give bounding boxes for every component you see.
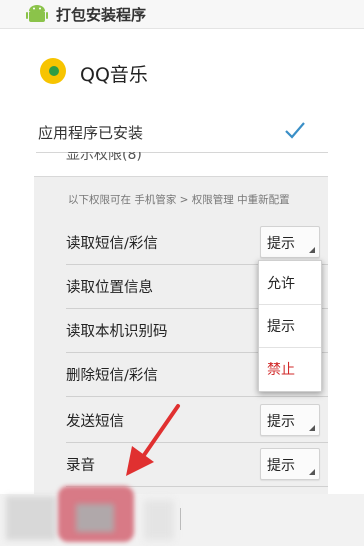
permissions-header-clipped: 显示权限(8) <box>66 152 142 162</box>
menu-option-deny[interactable]: 禁止 <box>259 347 321 390</box>
permission-label: 录音 <box>66 458 95 474</box>
menu-option-label: 提示 <box>267 319 295 335</box>
dropdown-arrow-icon <box>309 425 315 431</box>
dropdown-arrow-icon <box>309 247 315 253</box>
permission-select-value: 提示 <box>267 458 295 474</box>
menu-option-label: 允许 <box>267 276 295 292</box>
window-title: 打包安装程序 <box>56 6 147 24</box>
permission-label: 读取短信/彩信 <box>66 236 158 252</box>
blurred-region <box>144 500 174 540</box>
title-bar <box>0 0 364 29</box>
installed-status-text: 应用程序已安装 <box>38 124 144 142</box>
permission-label: 发送短信 <box>66 414 124 430</box>
permission-select[interactable]: 提示 <box>260 448 320 480</box>
permission-label: 读取位置信息 <box>66 280 153 296</box>
blurred-region <box>6 496 56 540</box>
permission-select-value: 提示 <box>267 414 295 430</box>
app-name: QQ音乐 <box>80 64 148 86</box>
permission-label: 删除短信/彩信 <box>66 368 158 384</box>
menu-option-prompt[interactable]: 提示 <box>259 304 321 348</box>
android-icon <box>26 5 48 22</box>
menu-option-label: 禁止 <box>267 362 295 378</box>
menu-option-allow[interactable]: 允许 <box>259 261 321 305</box>
permissions-note: 以下权限可在 手机管家 > 权限管理 中重新配置 <box>68 194 290 206</box>
permission-label: 读取本机识别码 <box>66 324 168 340</box>
annotation-arrow-icon <box>126 404 180 476</box>
divider <box>180 508 181 530</box>
permission-row-send-sms: 发送短信 提示 <box>66 398 328 443</box>
permission-select-value: 提示 <box>267 236 295 252</box>
qq-music-icon <box>40 58 66 84</box>
permission-dropdown-menu: 允许 提示 禁止 <box>258 260 322 392</box>
check-icon <box>285 122 305 139</box>
permission-row-read-sms: 读取短信/彩信 提示 <box>66 220 328 265</box>
blurred-region <box>76 504 114 532</box>
permission-select[interactable]: 提示 <box>260 404 320 436</box>
permission-select[interactable]: 提示 <box>260 226 320 258</box>
permission-row-record-audio: 录音 提示 <box>66 442 328 487</box>
dropdown-arrow-icon <box>309 469 315 475</box>
